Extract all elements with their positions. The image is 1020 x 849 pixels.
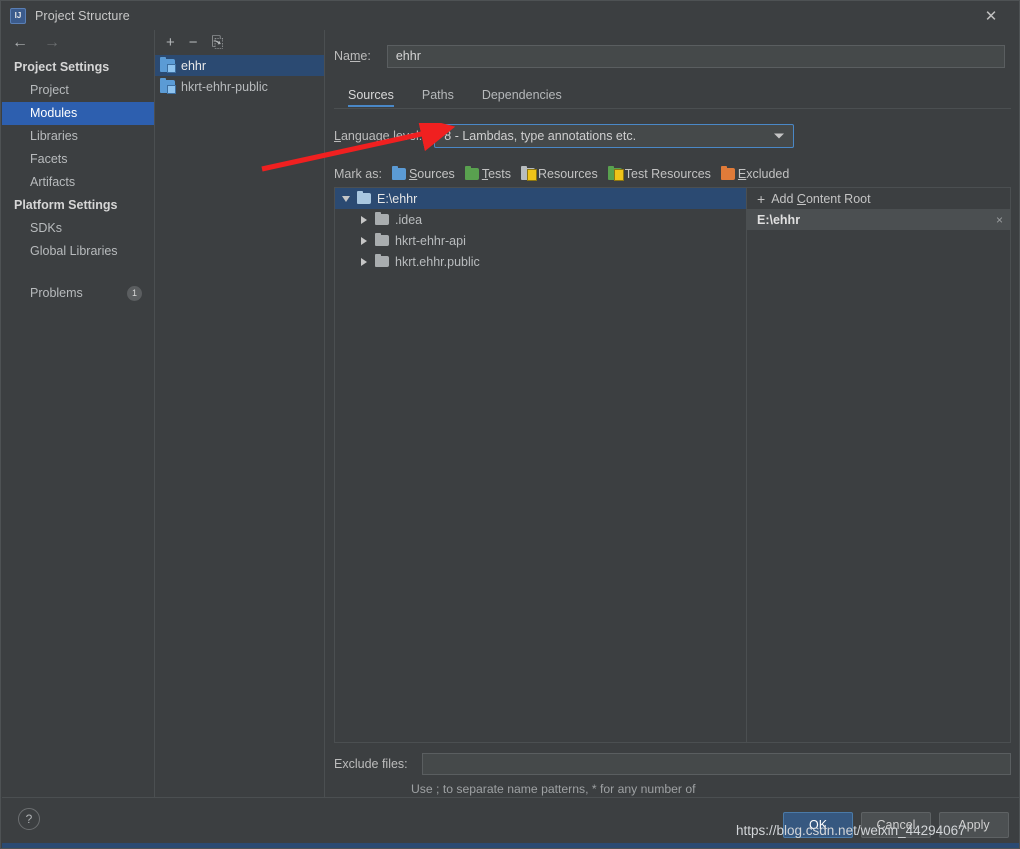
problems-count-badge: 1: [127, 286, 142, 301]
content-root-label: E:\ehhr: [757, 213, 801, 227]
help-icon[interactable]: ?: [18, 808, 40, 830]
expand-toggle-icon[interactable]: [353, 215, 375, 224]
tree-row-label: .idea: [395, 212, 423, 227]
content-root-tree: E:\ehhr .idea hkrt-ehhr-api hkrt.ehhr.pu…: [335, 188, 747, 742]
sidebar-item-problems[interactable]: Problems 1: [2, 282, 154, 305]
name-label: Name:: [334, 49, 371, 63]
sidebar-item-project[interactable]: Project: [2, 79, 154, 102]
sidebar-item-global-libraries[interactable]: Global Libraries: [2, 240, 154, 263]
module-icon: [160, 57, 176, 73]
module-item-ehhr[interactable]: ehhr: [155, 55, 324, 76]
test-resources-folder-icon: [607, 166, 624, 181]
resources-folder-icon: [521, 166, 537, 181]
language-level-select[interactable]: 8 - Lambdas, type annotations etc.: [434, 124, 795, 148]
language-level-row: Language level: 8 - Lambdas, type annota…: [334, 123, 1019, 149]
title-bar: Project Structure ✕: [1, 1, 1019, 30]
content-roots-panel: + Add Content Root E:\ehhr ×: [747, 188, 1010, 742]
sidebar-group-platform-settings: Platform Settings: [14, 198, 118, 212]
sidebar-item-label: Problems: [30, 286, 83, 300]
modules-panel: + − ⎘ ehhr hkrt-ehhr-public: [154, 30, 325, 799]
exclude-files-label: Exclude files:: [334, 757, 408, 771]
window-title: Project Structure: [35, 8, 130, 23]
tree-row-label: hkrt-ehhr-api: [395, 233, 466, 248]
folder-icon: [375, 212, 389, 225]
sidebar-item-artifacts[interactable]: Artifacts: [2, 171, 154, 194]
close-icon[interactable]: ✕: [969, 1, 1013, 30]
project-structure-dialog: Project Structure ✕ ← → Project Settings…: [0, 0, 1020, 849]
folder-icon: [375, 233, 389, 246]
module-label: hkrt-ehhr-public: [181, 79, 268, 94]
tab-dependencies[interactable]: Dependencies: [468, 84, 576, 109]
tab-sources[interactable]: Sources: [334, 84, 408, 109]
tree-row-idea[interactable]: .idea: [335, 209, 746, 230]
tests-folder-icon: [464, 166, 479, 180]
exclude-files-row: Exclude files:: [334, 753, 1011, 775]
tree-row-label: E:\ehhr: [377, 191, 418, 206]
watermark-text: https://blog.csdn.net/weixin_44294067: [736, 823, 966, 838]
sources-split-pane: E:\ehhr .idea hkrt-ehhr-api hkrt.ehhr.pu…: [334, 187, 1011, 743]
mark-as-label-text: Excluded: [737, 167, 790, 181]
mark-as-label-text: Test Resources: [624, 167, 711, 181]
expand-toggle-icon[interactable]: [353, 257, 375, 266]
mark-as-excluded-button[interactable]: Excluded: [720, 166, 790, 181]
mark-as-resources-button[interactable]: Resources: [521, 166, 598, 181]
modules-toolbar: + − ⎘: [155, 30, 324, 54]
sidebar-item-sdks[interactable]: SDKs: [2, 217, 154, 240]
sidebar-item-modules[interactable]: Modules: [2, 102, 154, 125]
tree-row-hkrt-ehhr-api[interactable]: hkrt-ehhr-api: [335, 230, 746, 251]
sidebar-nav: ← →: [2, 30, 154, 56]
modules-list: ehhr hkrt-ehhr-public: [155, 55, 324, 97]
copy-module-icon[interactable]: ⎘: [212, 35, 224, 50]
add-content-root-label: Add Content Root: [771, 191, 871, 206]
expand-toggle-icon[interactable]: [335, 195, 357, 202]
mark-as-test-resources-button[interactable]: Test Resources: [607, 166, 711, 181]
remove-content-root-icon[interactable]: ×: [996, 213, 1003, 227]
plus-icon: +: [757, 190, 766, 207]
folder-icon: [375, 254, 389, 267]
tree-row-label: hkrt.ehhr.public: [395, 254, 480, 269]
sidebar-group-project-settings: Project Settings: [14, 60, 110, 74]
name-row: Name: ehhr: [334, 44, 1005, 68]
editor-tabs: Sources Paths Dependencies: [334, 84, 1019, 109]
sources-folder-icon: [391, 166, 406, 180]
mark-as-row: Mark as: Sources Tests Resources Test Re…: [334, 163, 1019, 185]
tree-row-hkrt-ehhr-public[interactable]: hkrt.ehhr.public: [335, 251, 746, 272]
mark-as-label-text: Tests: [481, 167, 511, 181]
bottom-accent-strip: [2, 843, 1019, 848]
settings-sidebar: ← → Project Settings Project Modules Lib…: [2, 30, 154, 799]
add-content-root-button[interactable]: + Add Content Root: [747, 188, 1010, 210]
sidebar-item-libraries[interactable]: Libraries: [2, 125, 154, 148]
mark-as-sources-button[interactable]: Sources: [391, 166, 455, 181]
expand-toggle-icon[interactable]: [353, 236, 375, 245]
tree-row-root[interactable]: E:\ehhr: [335, 188, 746, 209]
language-level-label: Language level:: [334, 129, 423, 143]
language-level-value: 8 - Lambdas, type annotations etc.: [444, 129, 637, 143]
chevron-down-icon: [774, 133, 785, 139]
tabs-divider: [334, 108, 1011, 109]
back-arrow-icon[interactable]: ←: [12, 35, 28, 51]
mark-as-label: Mark as:: [334, 167, 382, 181]
add-module-icon[interactable]: +: [166, 35, 175, 50]
tab-paths[interactable]: Paths: [408, 84, 468, 109]
intellij-idea-icon: [10, 7, 26, 24]
excluded-folder-icon: [720, 166, 735, 180]
module-name-input[interactable]: ehhr: [386, 44, 1005, 68]
mark-as-tests-button[interactable]: Tests: [464, 166, 511, 181]
mark-as-label-text: Resources: [538, 167, 598, 181]
module-item-hkrt-ehhr-public[interactable]: hkrt-ehhr-public: [155, 76, 324, 97]
mark-as-label-text: Sources: [408, 167, 455, 181]
folder-icon: [357, 191, 371, 204]
module-label: ehhr: [181, 58, 207, 73]
content-root-item[interactable]: E:\ehhr ×: [747, 210, 1010, 230]
module-editor: Name: ehhr Sources Paths Dependencies La…: [326, 30, 1019, 813]
exclude-files-input[interactable]: [421, 753, 1011, 775]
module-icon: [160, 78, 176, 94]
sidebar-item-facets[interactable]: Facets: [2, 148, 154, 171]
forward-arrow-icon[interactable]: →: [44, 35, 60, 51]
remove-module-icon[interactable]: −: [189, 35, 198, 50]
sidebar-divider: [2, 263, 154, 282]
